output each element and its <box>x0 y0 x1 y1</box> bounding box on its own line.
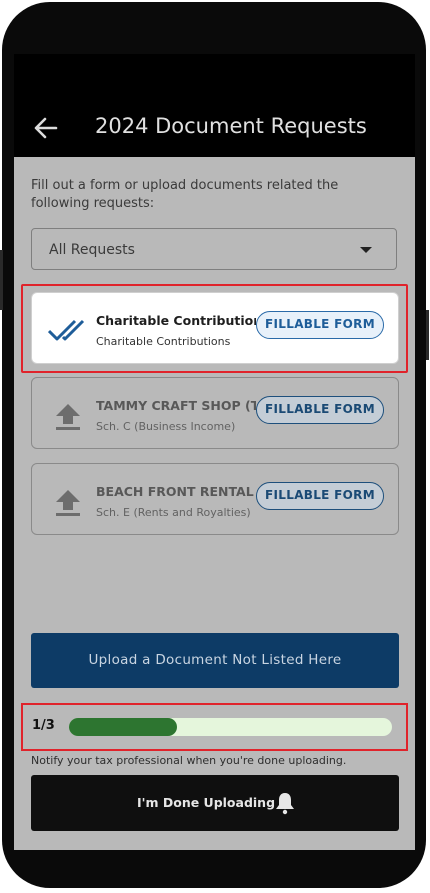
request-subtitle: Sch. C (Business Income) <box>96 420 236 433</box>
request-card-tammy-craft-shop[interactable]: TAMMY CRAFT SHOP (T... Sch. C (Business … <box>31 377 399 449</box>
page-title: 2024 Document Requests <box>95 114 367 138</box>
done-uploading-button[interactable]: I'm Done Uploading <box>31 775 399 831</box>
upload-other-document-button[interactable]: Upload a Document Not Listed Here <box>31 633 399 688</box>
main-content: Fill out a form or upload documents rela… <box>14 157 415 850</box>
request-card-beach-front-rental[interactable]: BEACH FRONT RENTAL ... Sch. E (Rents and… <box>31 463 399 535</box>
app-bar: 2024 Document Requests <box>14 54 415 157</box>
upload-icon <box>56 490 80 516</box>
request-title: Charitable Contributions <box>96 313 256 328</box>
notify-text: Notify your tax professional when you're… <box>31 754 347 767</box>
request-title: BEACH FRONT RENTAL ... <box>96 484 256 499</box>
done-uploading-label: I'm Done Uploading <box>137 795 276 810</box>
request-subtitle: Sch. E (Rents and Royalties) <box>96 506 251 519</box>
intro-text: Fill out a form or upload documents rela… <box>31 178 339 211</box>
back-arrow-icon[interactable] <box>32 114 60 142</box>
phone-side-button <box>0 250 3 310</box>
upload-progress: 1/3 <box>21 703 408 751</box>
caret-down-icon <box>360 247 372 253</box>
request-title: TAMMY CRAFT SHOP (T... <box>96 398 256 413</box>
progress-fill <box>69 718 177 736</box>
dropdown-selected-value: All Requests <box>49 242 135 258</box>
request-card-charitable[interactable]: Charitable Contributions Charitable Cont… <box>31 292 399 364</box>
fillable-form-button[interactable]: FILLABLE FORM <box>256 311 384 339</box>
double-check-icon <box>48 319 85 341</box>
request-filter-dropdown[interactable]: All Requests <box>31 228 397 270</box>
upload-icon <box>56 404 80 430</box>
request-subtitle: Charitable Contributions <box>96 335 231 348</box>
app-screen: 2024 Document Requests Fill out a form o… <box>14 54 415 850</box>
bell-icon <box>276 793 294 815</box>
progress-track <box>69 718 392 736</box>
fillable-form-button[interactable]: FILLABLE FORM <box>256 396 384 424</box>
phone-side-button <box>426 310 429 360</box>
progress-count: 1/3 <box>32 718 55 733</box>
fillable-form-button[interactable]: FILLABLE FORM <box>256 482 384 510</box>
